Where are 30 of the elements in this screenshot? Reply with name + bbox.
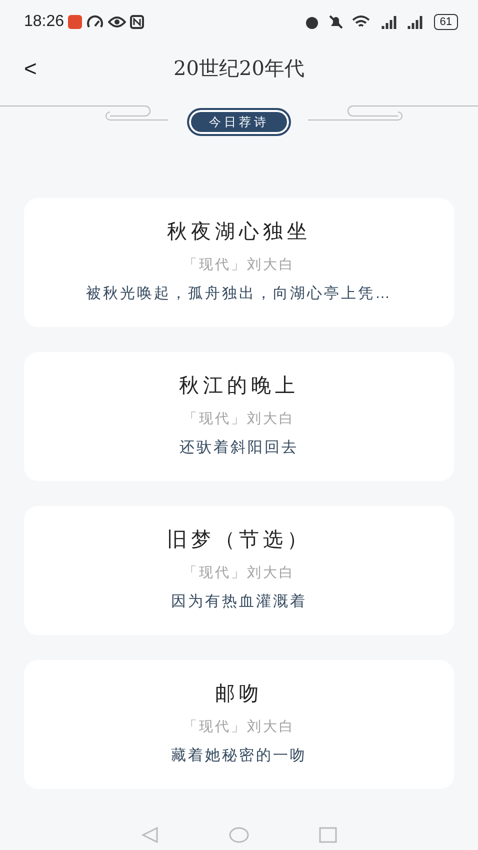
poem-title: 旧梦（节选） bbox=[167, 526, 311, 553]
back-nav-icon[interactable] bbox=[141, 826, 159, 844]
back-button[interactable]: < bbox=[18, 52, 43, 85]
page-title: 20世纪20年代 bbox=[174, 55, 304, 82]
recents-nav-icon[interactable] bbox=[319, 827, 337, 843]
poem-excerpt: 因为有热血灌溉着 bbox=[171, 592, 307, 612]
battery-level: 61 bbox=[434, 14, 458, 30]
poem-excerpt: 被秋光唤起，孤舟独出，向湖心亭上凭… bbox=[86, 284, 392, 304]
poem-title: 邮吻 bbox=[215, 680, 263, 707]
poem-excerpt: 藏着她秘密的一吻 bbox=[171, 746, 307, 766]
wifi-icon bbox=[352, 15, 370, 29]
poem-card[interactable]: 邮吻 「现代」刘大白 藏着她秘密的一吻 bbox=[24, 660, 454, 789]
muted-bell-icon bbox=[328, 14, 344, 30]
poem-excerpt: 还驮着斜阳回去 bbox=[180, 438, 298, 458]
poem-author: 「现代」刘大白 bbox=[183, 255, 295, 274]
poem-author: 「现代」刘大白 bbox=[183, 563, 295, 582]
poem-card[interactable]: 旧梦（节选） 「现代」刘大白 因为有热血灌溉着 bbox=[24, 506, 454, 635]
section-badge: 今日荐诗 bbox=[187, 108, 291, 136]
poem-author: 「现代」刘大白 bbox=[183, 409, 295, 428]
poem-card[interactable]: 秋江的晚上 「现代」刘大白 还驮着斜阳回去 bbox=[24, 352, 454, 481]
poem-title: 秋江的晚上 bbox=[179, 372, 299, 399]
speedometer-icon bbox=[86, 15, 104, 29]
poem-title: 秋夜湖心独坐 bbox=[167, 218, 311, 245]
nfc-icon bbox=[130, 15, 144, 29]
app-notification-icon bbox=[68, 15, 82, 29]
status-time: 18:26 bbox=[24, 12, 64, 32]
eye-icon bbox=[108, 16, 126, 28]
poem-author: 「现代」刘大白 bbox=[183, 717, 295, 736]
poem-card[interactable]: 秋夜湖心独坐 「现代」刘大白 被秋光唤起，孤舟独出，向湖心亭上凭… bbox=[24, 198, 454, 327]
home-nav-icon[interactable] bbox=[229, 827, 249, 843]
